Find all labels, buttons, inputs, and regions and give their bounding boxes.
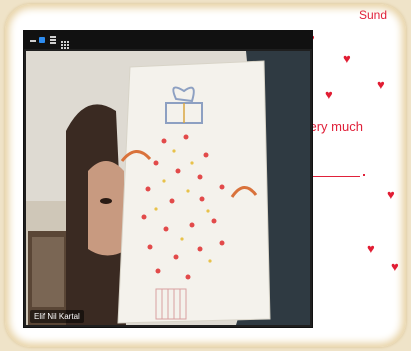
slide-card: Sund y very much ♥ ♥ ♥ ♥ ♥ ♥ ♥ xyxy=(5,4,406,347)
heart-icon: ♥ xyxy=(367,241,375,256)
heart-icon: ♥ xyxy=(325,87,333,102)
participant-video-feed: Elif Nil Kartal xyxy=(26,51,310,325)
participant-name-label: Elif Nil Kartal xyxy=(30,310,84,323)
heart-icon: ♥ xyxy=(391,259,399,274)
heart-icon: ♥ xyxy=(343,51,351,66)
heart-icon: ♥ xyxy=(387,187,395,202)
grid-icon[interactable] xyxy=(61,36,69,49)
heart-icon: ♥ xyxy=(377,77,385,92)
partial-word: Sund xyxy=(359,8,388,22)
camera-active-icon[interactable] xyxy=(39,37,45,43)
minimize-icon[interactable] xyxy=(30,40,36,42)
layout-icon[interactable] xyxy=(50,36,56,44)
video-toolbar xyxy=(24,31,312,49)
period-dot xyxy=(363,174,365,176)
video-call-window[interactable]: Elif Nil Kartal xyxy=(23,30,313,328)
